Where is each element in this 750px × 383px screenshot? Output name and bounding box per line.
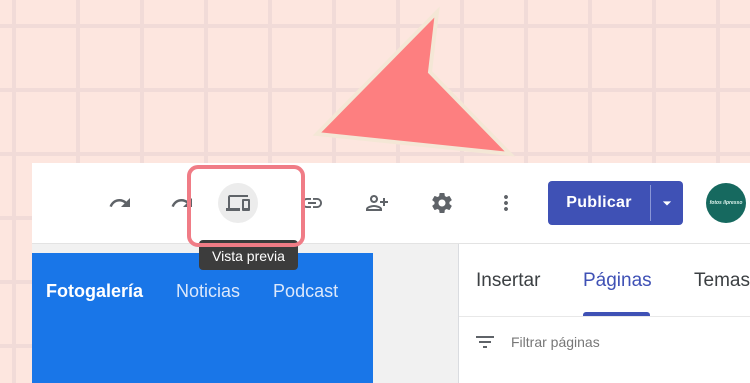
site-nav-item-noticias[interactable]: Noticias xyxy=(176,281,240,302)
filter-pages-row[interactable]: Filtrar páginas xyxy=(473,330,600,354)
site-header: Fotogalería Noticias Podcast xyxy=(32,253,373,383)
publish-options-button[interactable] xyxy=(651,181,683,225)
tab-temas[interactable]: Temas xyxy=(694,270,750,292)
site-nav: Fotogalería Noticias Podcast xyxy=(46,281,338,302)
site-nav-item-fotogaleria[interactable]: Fotogalería xyxy=(46,281,143,302)
editor-window: Publicar fotos ilpresso Fotogalería Noti… xyxy=(32,163,750,383)
preview-tooltip: Vista previa xyxy=(199,240,298,270)
person-add-icon xyxy=(366,195,388,211)
insert-link-button[interactable] xyxy=(292,183,332,223)
share-button[interactable] xyxy=(357,183,397,223)
avatar[interactable]: fotos ilpresso xyxy=(706,183,746,223)
side-panel: Insertar Páginas Temas Filtrar páginas xyxy=(459,244,750,383)
tab-insertar[interactable]: Insertar xyxy=(476,270,540,292)
devices-icon xyxy=(226,195,250,211)
more-options-button[interactable] xyxy=(486,183,526,223)
redo-icon xyxy=(171,198,192,207)
filter-pages-input[interactable]: Filtrar páginas xyxy=(511,334,600,350)
site-nav-item-podcast[interactable]: Podcast xyxy=(273,281,338,302)
undo-button[interactable] xyxy=(100,183,140,223)
gear-icon xyxy=(432,193,452,213)
active-tab-indicator xyxy=(583,312,650,316)
settings-button[interactable] xyxy=(422,183,462,223)
panel-tabs: Insertar Páginas Temas xyxy=(459,244,750,317)
preview-button[interactable] xyxy=(218,183,258,223)
redo-button[interactable] xyxy=(162,183,202,223)
avatar-logo-text: fotos ilpresso xyxy=(709,200,743,206)
undo-icon xyxy=(109,198,130,207)
publish-button-group: Publicar xyxy=(548,181,683,225)
link-icon xyxy=(302,198,322,208)
editor-toolbar: Publicar fotos ilpresso xyxy=(32,163,750,244)
tab-paginas[interactable]: Páginas xyxy=(583,270,652,292)
more-vert-icon xyxy=(504,195,508,211)
filter-icon xyxy=(476,336,494,348)
caret-down-icon xyxy=(662,201,672,206)
publish-button[interactable]: Publicar xyxy=(548,181,650,225)
